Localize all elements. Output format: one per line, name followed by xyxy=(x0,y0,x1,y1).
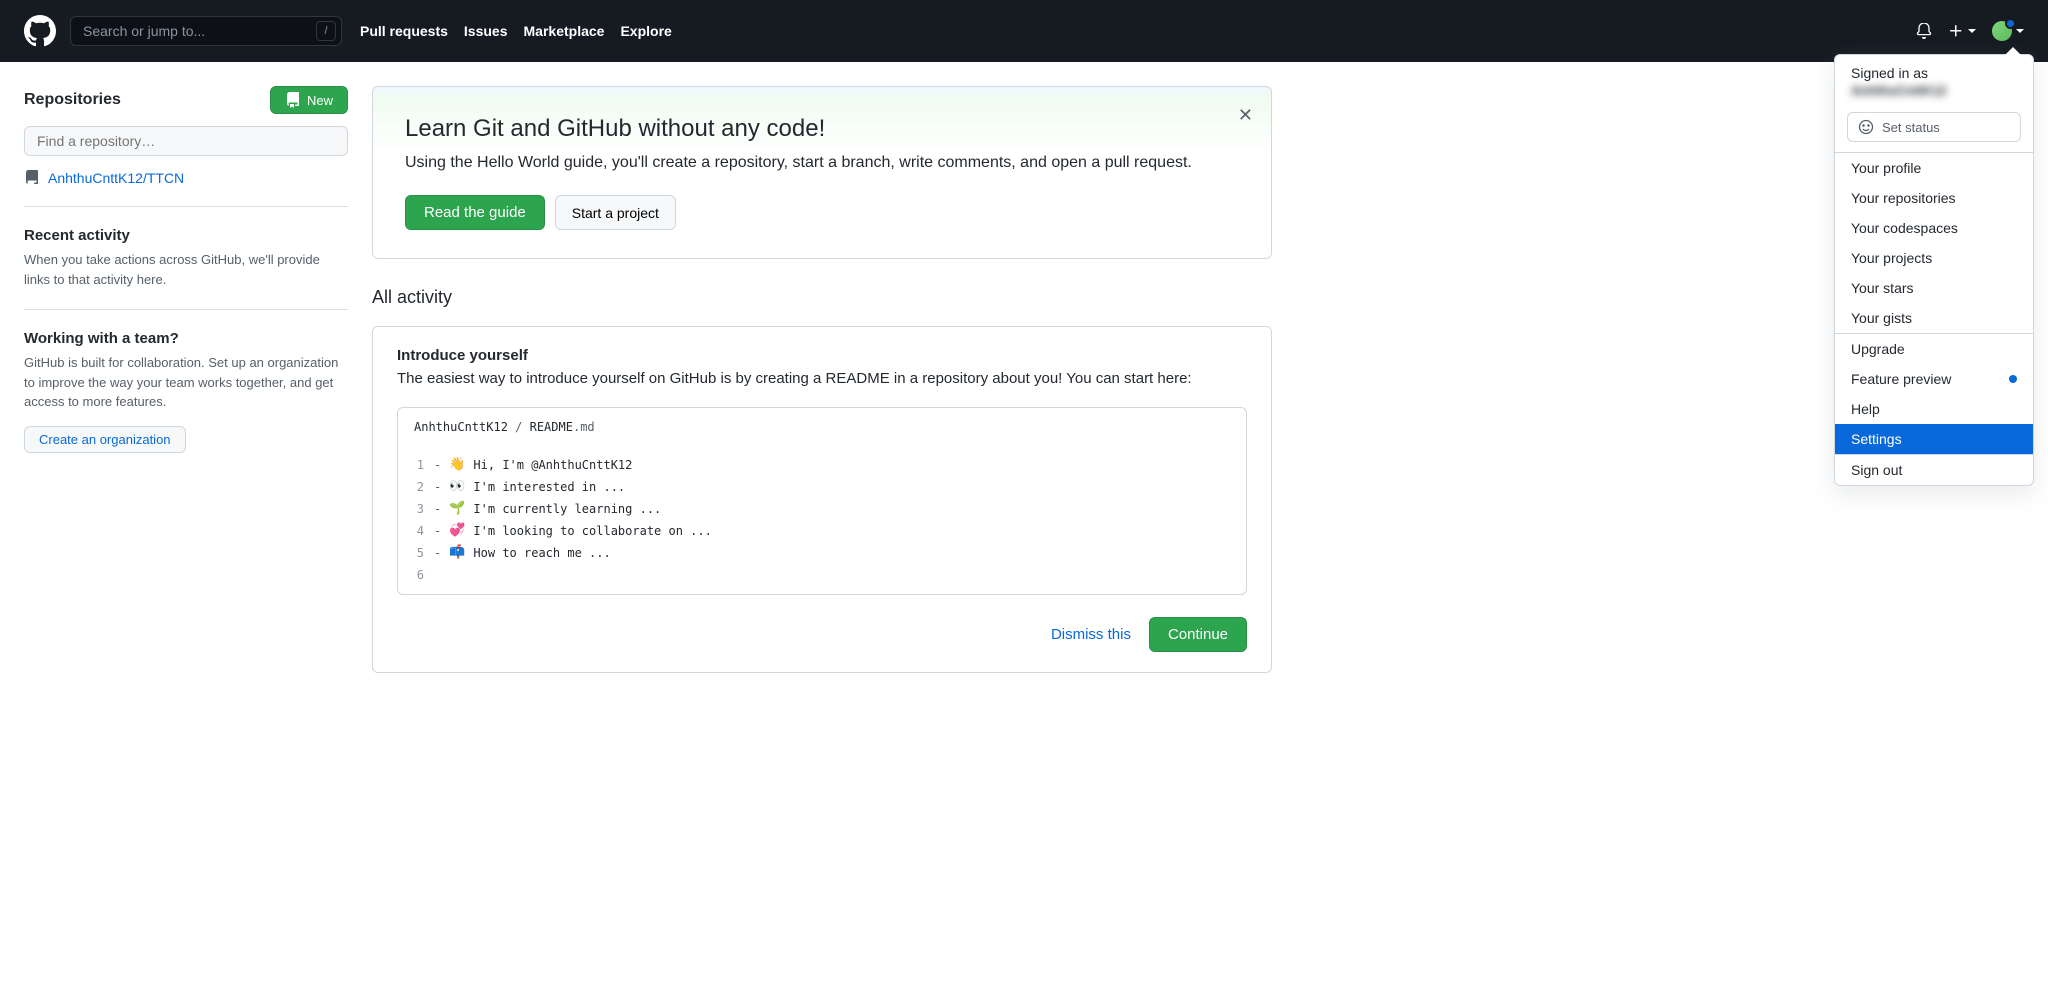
menu-upgrade[interactable]: Upgrade xyxy=(1835,334,2033,364)
menu-your-gists[interactable]: Your gists xyxy=(1835,303,2033,333)
user-dropdown: Signed in as AnhthuCnttK12 Set status Yo… xyxy=(1834,54,2034,486)
github-logo[interactable] xyxy=(24,15,56,47)
banner-body: Using the Hello World guide, you'll crea… xyxy=(405,151,1239,175)
menu-your-codespaces[interactable]: Your codespaces xyxy=(1835,213,2033,243)
main-content: ✕ Learn Git and GitHub without any code!… xyxy=(372,62,1272,697)
nav-issues[interactable]: Issues xyxy=(464,23,508,39)
introduce-body: The easiest way to introduce yourself on… xyxy=(397,368,1247,391)
menu-sign-out[interactable]: Sign out xyxy=(1835,455,2033,485)
primary-nav: Pull requests Issues Marketplace Explore xyxy=(360,23,672,39)
add-menu[interactable] xyxy=(1948,23,1976,39)
set-status-button[interactable]: Set status xyxy=(1847,112,2021,142)
user-menu-trigger[interactable] xyxy=(1992,21,2024,41)
recent-activity-heading: Recent activity xyxy=(24,227,348,244)
nav-pull-requests[interactable]: Pull requests xyxy=(360,23,448,39)
continue-button[interactable]: Continue xyxy=(1149,617,1247,652)
find-repo-input[interactable] xyxy=(24,126,348,156)
learn-banner: ✕ Learn Git and GitHub without any code!… xyxy=(372,86,1272,259)
menu-feature-preview[interactable]: Feature preview xyxy=(1835,364,2033,394)
nav-explore[interactable]: Explore xyxy=(620,23,671,39)
repositories-heading: Repositories xyxy=(24,91,121,109)
team-text: GitHub is built for collaboration. Set u… xyxy=(24,353,348,412)
repo-link[interactable]: AnhthuCnttK12/TTCN xyxy=(24,170,348,186)
header-actions xyxy=(1916,21,2024,41)
introduce-card: Introduce yourself The easiest way to in… xyxy=(372,326,1272,673)
sidebar: Repositories New AnhthuCnttK12/TTCN Rece… xyxy=(24,62,348,697)
repo-link-text: AnhthuCnttK12/TTCN xyxy=(48,170,184,186)
start-project-button[interactable]: Start a project xyxy=(555,195,676,230)
feature-preview-indicator xyxy=(2009,375,2017,383)
code-line: 2-👀I'm interested in ... xyxy=(398,476,1246,498)
read-guide-button[interactable]: Read the guide xyxy=(405,195,545,230)
menu-your-profile[interactable]: Your profile xyxy=(1835,153,2033,183)
menu-your-stars[interactable]: Your stars xyxy=(1835,273,2033,303)
signed-in-label: Signed in as xyxy=(1851,65,2017,81)
team-heading: Working with a team? xyxy=(24,330,348,347)
code-line: 4-💞️I'm looking to collaborate on ... xyxy=(398,520,1246,542)
code-line: 1-👋Hi, I'm @AnhthuCnttK12 xyxy=(398,454,1246,476)
dismiss-link[interactable]: Dismiss this xyxy=(1051,626,1131,643)
introduce-title: Introduce yourself xyxy=(397,347,1247,364)
readme-preview: AnhthuCnttK12 / README.md 1-👋Hi, I'm @An… xyxy=(397,407,1247,595)
set-status-label: Set status xyxy=(1882,120,1940,135)
code-line: 6 xyxy=(398,564,1246,586)
create-org-button[interactable]: Create an organization xyxy=(24,426,186,453)
recent-activity-text: When you take actions across GitHub, we'… xyxy=(24,250,348,289)
banner-title: Learn Git and GitHub without any code! xyxy=(405,115,1239,143)
readme-path: AnhthuCnttK12 / README.md xyxy=(398,408,1246,446)
new-repo-button[interactable]: New xyxy=(270,86,348,114)
menu-help[interactable]: Help xyxy=(1835,394,2033,424)
menu-settings[interactable]: Settings xyxy=(1835,424,2033,454)
close-icon[interactable]: ✕ xyxy=(1238,105,1253,126)
slash-hint: / xyxy=(316,21,336,41)
notifications-icon[interactable] xyxy=(1916,23,1932,39)
menu-your-projects[interactable]: Your projects xyxy=(1835,243,2033,273)
new-repo-label: New xyxy=(307,93,333,108)
global-header: / Pull requests Issues Marketplace Explo… xyxy=(0,0,2048,62)
signed-in-user: AnhthuCnttK12 xyxy=(1851,83,2017,98)
search-container: / xyxy=(70,16,342,46)
all-activity-heading: All activity xyxy=(372,287,1272,308)
code-line: 5-📫How to reach me ... xyxy=(398,542,1246,564)
code-line: 3-🌱I'm currently learning ... xyxy=(398,498,1246,520)
search-input[interactable] xyxy=(70,16,342,46)
menu-your-repositories[interactable]: Your repositories xyxy=(1835,183,2033,213)
avatar xyxy=(1992,21,2012,41)
nav-marketplace[interactable]: Marketplace xyxy=(524,23,605,39)
